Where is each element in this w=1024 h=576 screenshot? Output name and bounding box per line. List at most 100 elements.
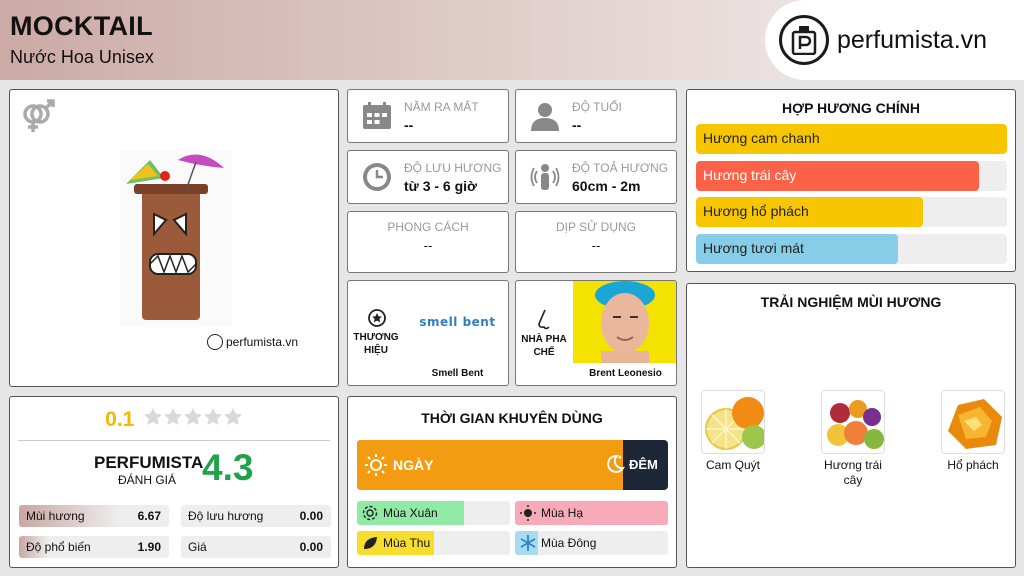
perfumer-name: Brent Leonesio [589,368,662,379]
logo-text: perfumista.vn [837,25,988,54]
unisex-icon [18,96,58,141]
star-icon[interactable] [143,407,163,427]
accord-bar: Hương tươi mát [696,233,1007,264]
calendar-icon [362,101,392,131]
note-card-amber[interactable]: Hổ phách [941,390,1005,473]
rated-label: ĐÁNH GIÁ [118,473,177,487]
brand-logo-image: smell bent [405,281,508,363]
accord-bar: Hương trái cây [696,160,1007,191]
accord-label: Hương trái cây [703,166,797,183]
experience-title: TRẢI NGHIỆM MÙI HƯƠNG [760,294,942,310]
perfumer-label: NHÀ PHA CHẾ [521,334,567,358]
brand-card[interactable]: THƯƠNG HIỆU smell bent Smell Bent [347,280,509,386]
brand-logo[interactable]: perfumista.vn [765,0,1024,80]
accord-label: Hương hổ phách [703,203,809,219]
star-icon[interactable] [163,407,183,427]
stat-value: 6.67 [137,509,161,523]
note-name: Hương trái cây [824,458,882,487]
perfume-bottle-icon [207,334,223,350]
note-card-fruity[interactable]: Hương trái cây [821,390,885,488]
release-year-label: NĂM RA MẮT [404,100,479,114]
season-fill [515,501,668,525]
perfumista-score: 4.3 [202,447,254,488]
perfume-subtitle: Nước Hoa Unisex [10,47,154,67]
star-rating[interactable] [143,408,243,431]
perfume-image-panel: perfumista.vn [9,89,339,387]
stat-value: 0.00 [299,509,323,523]
note-name: Hổ phách [947,458,999,472]
occasion-value: -- [591,238,601,253]
header: MOCKTAIL Nước Hoa Unisex perfumista.vn [0,0,1024,80]
season-spring: Mùa Xuân [357,501,510,525]
night-label: ĐÊM [629,457,658,472]
stat-label: Giá [188,540,207,554]
season-autumn: Mùa Thu [357,531,510,555]
longevity-label: ĐỘ LƯU HƯƠNG [404,161,502,175]
note-name: Cam Quýt [705,458,760,472]
season-summer: Mùa Hạ [515,501,668,525]
age-value: -- [572,117,582,133]
stat-label: Mùi hương [26,509,85,523]
rating-panel: 0.1 PERFUMISTA ĐÁNH GIÁ 4.3 Mùi hương 6.… [9,396,339,568]
sillage-value: 60cm - 2m [572,178,641,194]
style-label: PHONG CÁCH [387,220,469,234]
accord-label: Hương cam chanh [703,130,820,146]
season-winter: Mùa Đông [515,531,668,555]
longevity-card: ĐỘ LƯU HƯƠNG từ 3 - 6 giờ [347,150,509,204]
season-label: Mùa Đông [541,536,597,550]
snowflake-icon [520,535,536,551]
accord-bar: Hương cam chanh [696,124,1007,154]
release-year-card: NĂM RA MẮT -- [347,89,509,143]
stat-label: Độ lưu hương [188,509,264,523]
style-card: PHONG CÁCH -- [347,211,509,273]
day-label: NGÀY [393,457,434,473]
stat-value: 0.00 [299,540,323,554]
season-label: Mùa Xuân [383,506,438,520]
amber-image [941,390,1005,454]
stat-value: 1.90 [137,540,161,554]
sillage-card: ĐỘ TOẢ HƯƠNG 60cm - 2m [515,150,677,204]
person-icon [530,101,560,131]
stat-label: Độ phổ biến [26,540,91,554]
perfumista-brand: PERFUMISTA [94,453,204,472]
perfumer-card[interactable]: NHÀ PHA CHẾ Brent Leonesio [515,280,677,386]
occasion-card: DỊP SỬ DỤNG -- [515,211,677,273]
star-icon[interactable] [203,407,223,427]
sun-icon [520,505,536,521]
rating-divider [18,440,330,441]
note-card-citrus[interactable]: Cam Quýt [701,390,765,473]
longevity-value: từ 3 - 6 giờ [404,178,477,194]
stat-popularity: Độ phổ biến 1.90 [19,536,169,558]
flower-icon [362,505,378,521]
accord-label: Hương tươi mát [703,239,804,256]
stat-price: Giá 0.00 [181,536,331,558]
moon-icon [603,453,625,480]
perfume-bottle-icon [779,15,829,65]
sillage-person-icon [530,162,560,192]
nose-icon [536,309,554,336]
watermark: perfumista.vn [207,334,298,350]
accords-title: HỢP HƯƠNG CHÍNH [782,100,920,116]
age-label: ĐỘ TUỔI [572,100,622,114]
stat-longevity: Độ lưu hương 0.00 [181,505,331,527]
timing-title: THỜI GIAN KHUYÊN DÙNG [421,410,603,426]
user-score: 0.1 [105,407,135,431]
season-label: Mùa Thu [383,536,431,550]
star-icon[interactable] [183,407,203,427]
star-circle-icon [368,309,386,332]
star-icon[interactable] [223,407,243,427]
brand-name: Smell Bent [431,368,484,379]
occasion-label: DỊP SỬ DỤNG [555,220,637,234]
day-night-bar: NGÀY ĐÊM [357,440,668,490]
brand-label: THƯƠNG HIỆU [353,332,399,356]
stat-scent: Mùi hương 6.67 [19,505,169,527]
recommended-time-panel: THỜI GIAN KHUYÊN DÙNG NGÀY ĐÊM Mùa Xuân … [347,396,677,568]
perfume-bottle-image [120,150,232,331]
leaf-icon [362,535,378,551]
release-year-value: -- [404,117,414,133]
sun-icon [365,454,387,481]
clock-icon [362,162,392,192]
user-rating[interactable]: 0.1 [10,407,338,432]
accord-bar: Hương hổ phách [696,197,1007,227]
style-value: -- [423,238,433,253]
